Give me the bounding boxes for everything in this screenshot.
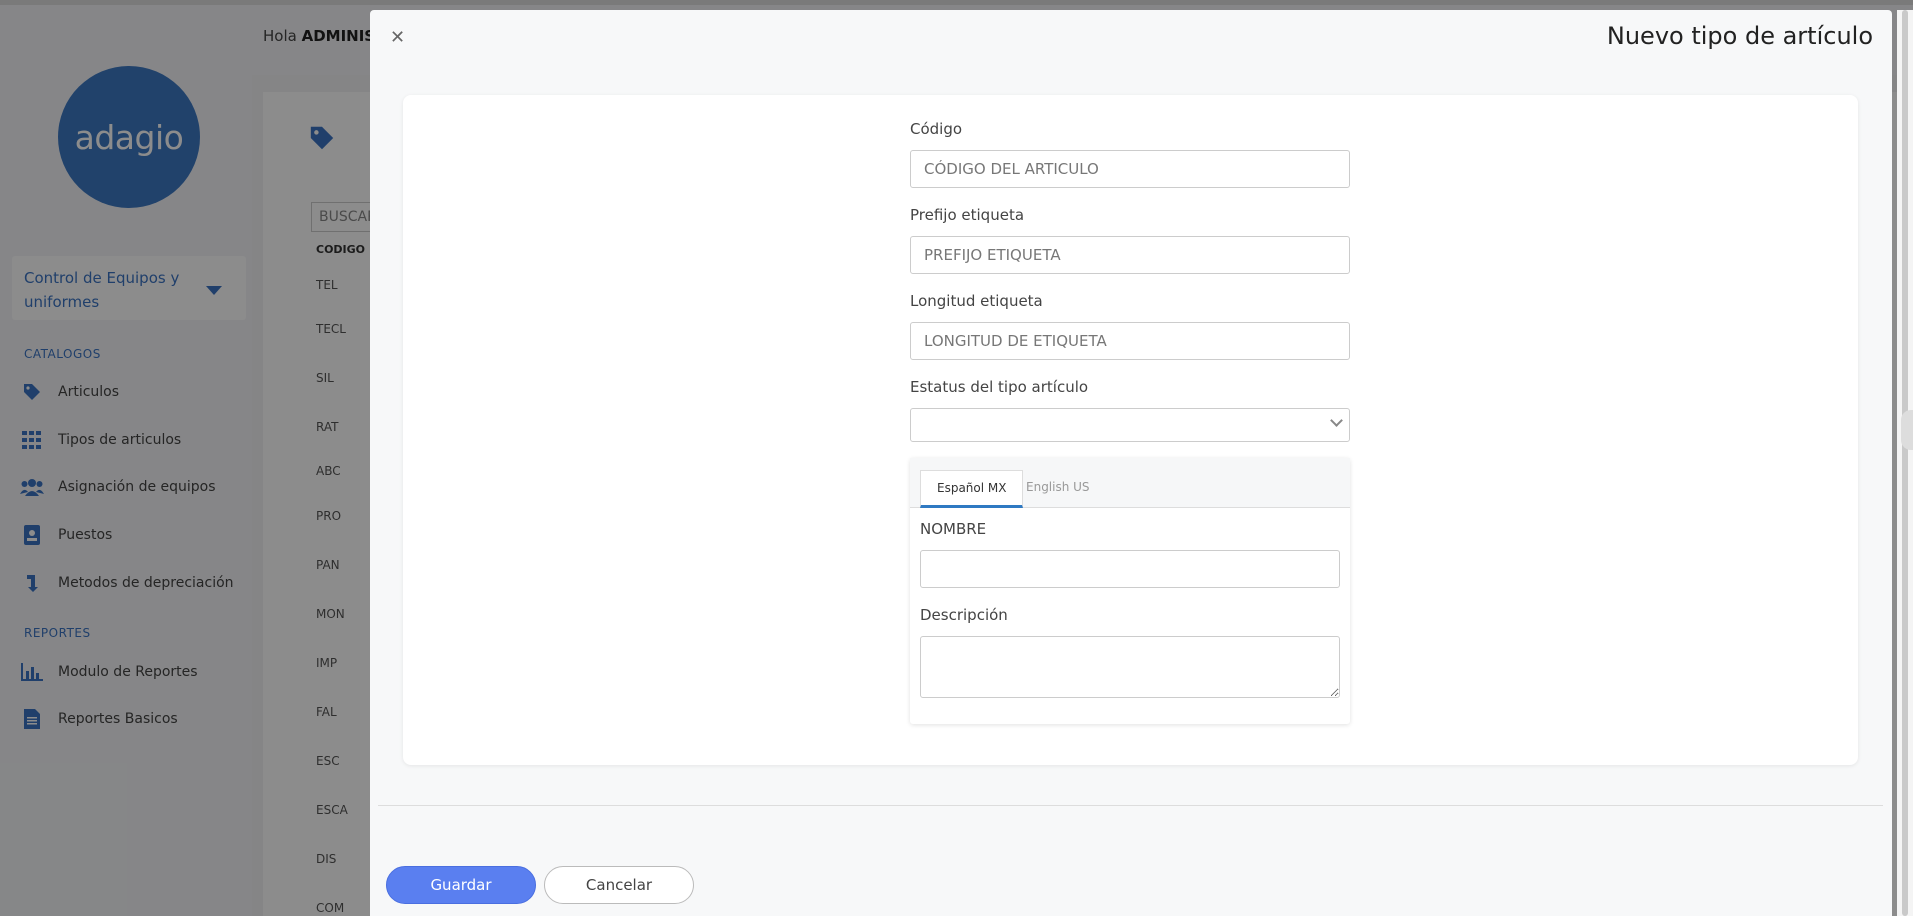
estatus-select[interactable] — [910, 408, 1350, 442]
language-tabs: Español MX English US — [910, 458, 1350, 508]
tab-espanol-mx[interactable]: Español MX — [920, 470, 1024, 508]
codigo-input[interactable] — [910, 150, 1350, 188]
longitud-input[interactable] — [910, 322, 1350, 360]
language-panel: Español MX English US NOMBRE Descripción — [910, 458, 1350, 724]
chevron-down-icon — [1330, 414, 1343, 427]
descripcion-textarea[interactable] — [920, 636, 1340, 698]
cancel-button[interactable]: Cancelar — [544, 866, 694, 904]
scrollbar-thumb[interactable] — [1902, 10, 1908, 916]
prefijo-input[interactable] — [910, 236, 1350, 274]
codigo-label: Código — [910, 120, 963, 138]
side-panel-handle[interactable] — [1901, 410, 1913, 450]
longitud-label: Longitud etiqueta — [910, 292, 1043, 310]
footer-divider — [378, 805, 1883, 806]
modal-title: Nuevo tipo de artículo — [1606, 22, 1873, 50]
nombre-input[interactable] — [920, 550, 1340, 588]
nombre-label: NOMBRE — [920, 520, 987, 538]
scrollbar[interactable] — [1897, 10, 1913, 916]
prefijo-label: Prefijo etiqueta — [910, 206, 1025, 224]
estatus-label: Estatus del tipo artículo — [910, 378, 1089, 396]
descripcion-label: Descripción — [920, 606, 1008, 624]
save-button[interactable]: Guardar — [386, 866, 536, 904]
tab-english-us[interactable]: English US — [1010, 470, 1106, 508]
close-icon[interactable]: ✕ — [390, 27, 405, 48]
